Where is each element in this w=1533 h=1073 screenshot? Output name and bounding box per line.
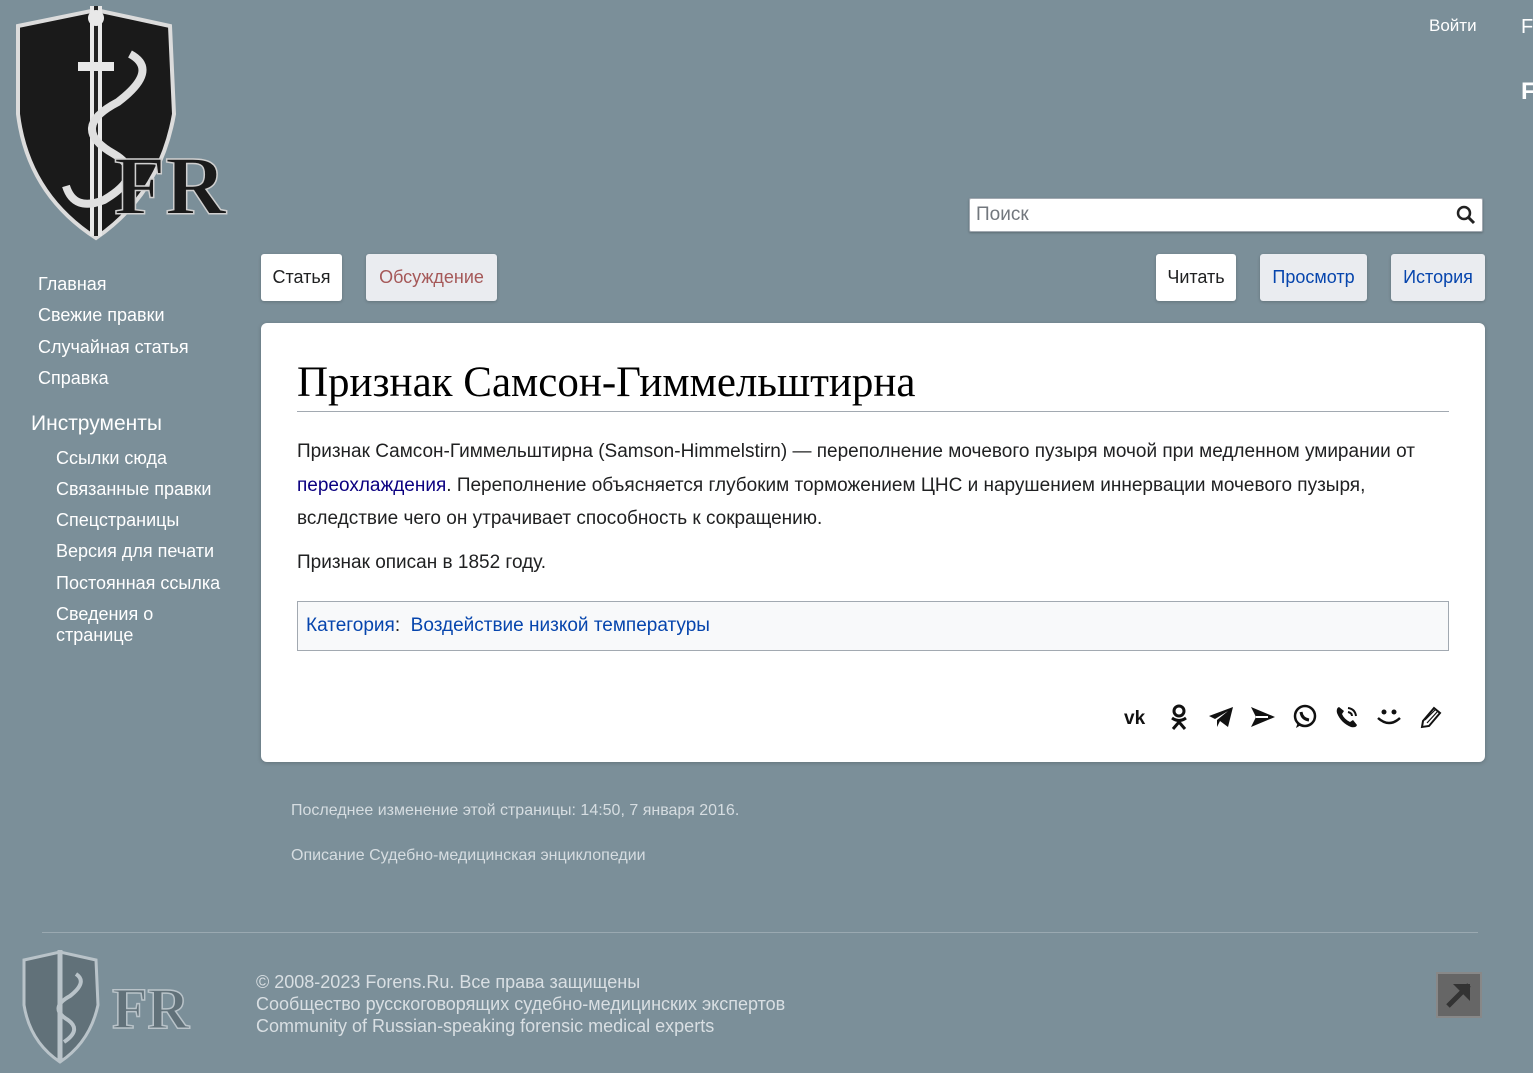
article-paragraph: Признак Самсон-Гиммельштирна (Samson-Him… <box>297 435 1449 536</box>
category-label-link[interactable]: Категория <box>306 615 395 637</box>
article-paragraph: Признак описан в 1852 году. <box>297 551 547 573</box>
hypothermia-link[interactable]: переохлаждения <box>297 475 446 496</box>
paragraph-text: . Переполнение объясняется глубоким торм… <box>297 474 1366 530</box>
tools-item-related-changes[interactable]: Связанные правки <box>56 479 211 500</box>
svg-text:vk: vk <box>1124 708 1146 726</box>
last-modified-text: Последнее изменение этой страницы: 14:50… <box>291 802 740 819</box>
clipped-text-fragment: F <box>1521 78 1533 105</box>
copyright-text: © 2008-2023 Forens.Ru. Все права защищен… <box>256 972 641 992</box>
category-links: Категория: Воздействие низкой температур… <box>297 601 1449 651</box>
svg-text:FR: FR <box>114 140 227 233</box>
search-input[interactable] <box>970 199 1440 231</box>
sidebar-item-random-article[interactable]: Случайная статья <box>38 337 189 358</box>
viber-icon[interactable] <box>1333 703 1361 731</box>
whatsapp-icon[interactable] <box>1291 703 1319 731</box>
tools-item-special-pages[interactable]: Спецстраницы <box>56 510 179 531</box>
paragraph-text: Признак Самсон-Гиммельштирна (Samson-Him… <box>297 441 1415 462</box>
tab-discussion[interactable]: Обсуждение <box>366 254 497 301</box>
tools-heading: Инструменты <box>31 412 162 435</box>
send-icon[interactable] <box>1249 703 1277 731</box>
tab-history[interactable]: История <box>1391 254 1485 301</box>
article-body: Признак Самсон-Гиммельштирна (Samson-Him… <box>297 435 1449 589</box>
vk-icon[interactable]: vk <box>1123 703 1151 731</box>
site-logo[interactable]: FR <box>10 4 250 242</box>
about-link[interactable]: Описание Судебно-медицинская энциклопеди… <box>291 847 646 865</box>
svg-text:FR: FR <box>112 976 190 1041</box>
footer-divider <box>42 932 1478 933</box>
search-icon[interactable] <box>1456 205 1476 225</box>
edit-icon[interactable] <box>1417 703 1445 731</box>
content-panel: Признак Самсон-Гиммельштирна Признак Сам… <box>261 323 1485 762</box>
page-title: Признак Самсон-Гиммельштирна <box>297 357 1449 412</box>
search-box <box>969 198 1483 232</box>
tab-article[interactable]: Статья <box>261 254 342 301</box>
community-ru-text: Сообщество русскоговорящих судебно-медиц… <box>256 994 786 1014</box>
tools-item-printable-version[interactable]: Версия для печати <box>56 541 214 562</box>
tab-view-source[interactable]: Просмотр <box>1260 254 1367 301</box>
login-link[interactable]: Войти <box>1429 16 1477 36</box>
smile-icon[interactable] <box>1375 703 1403 731</box>
tools-item-what-links-here[interactable]: Ссылки сюда <box>56 448 167 469</box>
footer-copyright: © 2008-2023 Forens.Ru. Все права защищен… <box>256 971 785 1037</box>
telegram-icon[interactable] <box>1207 703 1235 731</box>
sidebar-item-help[interactable]: Справка <box>38 368 109 389</box>
arrow-up-right-icon <box>1446 983 1471 1008</box>
clipped-text-fragment: F <box>1521 16 1533 38</box>
community-en-text: Community of Russian-speaking forensic m… <box>256 1016 715 1036</box>
scroll-to-top-button[interactable] <box>1436 972 1482 1018</box>
sidebar-item-recent-changes[interactable]: Свежие правки <box>38 305 165 326</box>
category-link[interactable]: Воздействие низкой температуры <box>411 615 710 637</box>
sidebar-item-main[interactable]: Главная <box>38 274 107 295</box>
tab-read[interactable]: Читать <box>1156 254 1236 301</box>
odnoklassniki-icon[interactable] <box>1165 703 1193 731</box>
footer-logo: FR <box>20 950 220 1065</box>
tools-item-page-info[interactable]: Сведения о странице <box>56 604 166 646</box>
tools-item-permanent-link[interactable]: Постоянная ссылка <box>56 573 220 594</box>
category-separator: : <box>394 615 411 636</box>
share-bar: vk <box>1123 703 1445 731</box>
